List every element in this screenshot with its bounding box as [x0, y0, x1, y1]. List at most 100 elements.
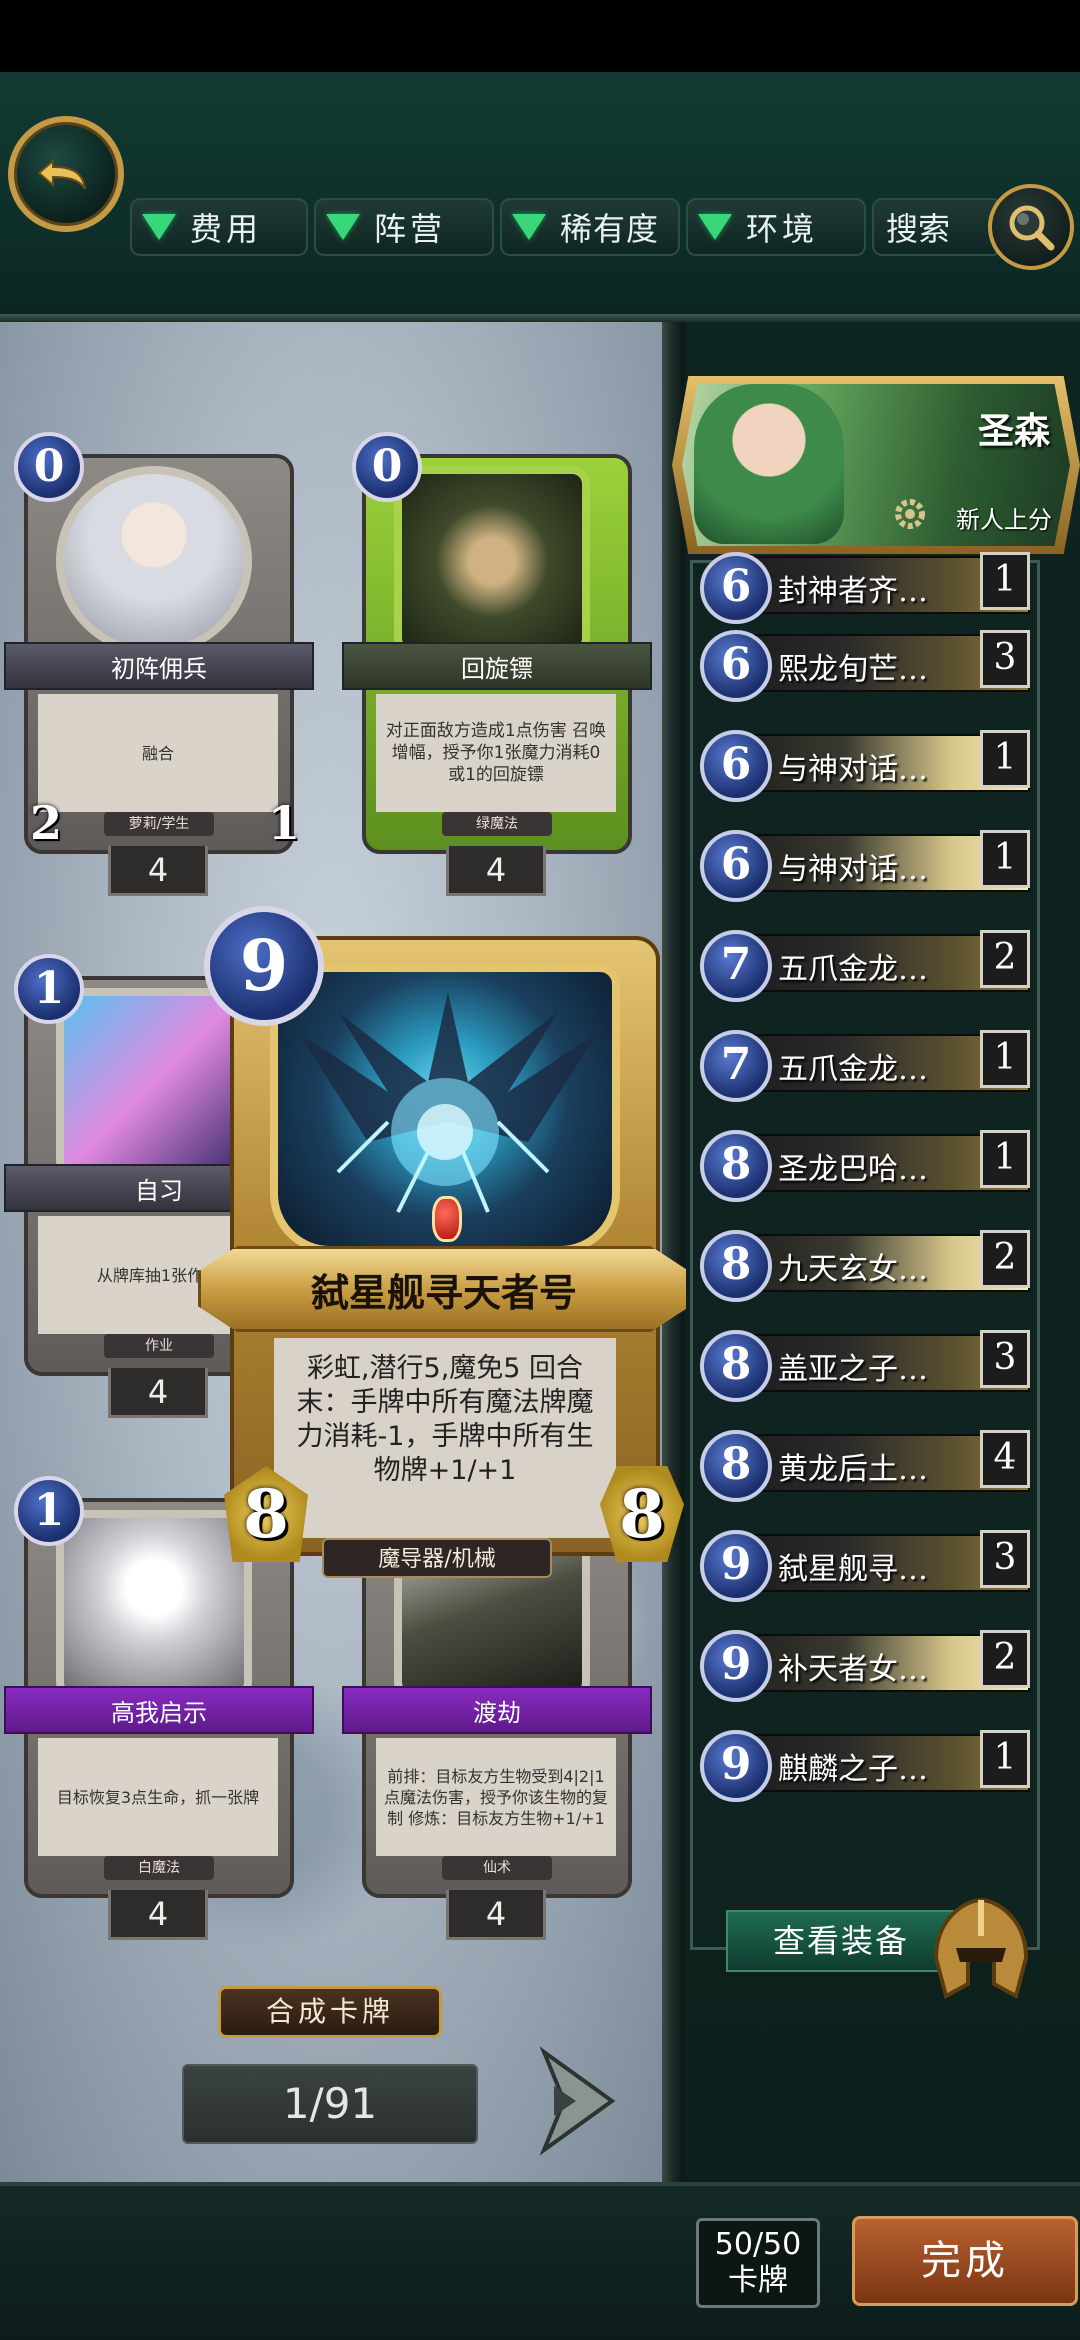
- card-health: 1: [268, 796, 301, 850]
- deck-row-count: 3: [980, 1530, 1030, 1588]
- deck-row-cost: 9: [700, 1630, 772, 1702]
- card-attack: 2: [30, 796, 63, 850]
- deck-row-cost: 6: [700, 630, 772, 702]
- deck-row-cost: 8: [700, 1130, 772, 1202]
- deck-row-count: 2: [980, 1630, 1030, 1688]
- featured-card[interactable]: 弑星舰寻天者号 彩虹,潜行5,魔免5 回合末：手牌中所有魔法牌魔力消耗-1，手牌…: [198, 906, 690, 1596]
- rarity-gem-icon: [432, 1196, 462, 1242]
- deck-size-value: 50/50: [714, 2227, 802, 2262]
- card-count: 4: [446, 1890, 546, 1940]
- deck-row-name: 封神者齐…: [778, 574, 928, 609]
- card-art: [56, 466, 252, 656]
- search-input[interactable]: 搜索: [872, 198, 1002, 256]
- hero-name: 圣森: [977, 410, 1050, 452]
- deck-row-cost: 6: [700, 552, 772, 624]
- deck-row[interactable]: 封神者齐… 6 1: [700, 552, 1030, 624]
- gear-icon[interactable]: [890, 494, 930, 534]
- deck-row-cost: 6: [700, 830, 772, 902]
- deck-row[interactable]: 与神对话… 6 1: [700, 830, 1030, 902]
- dropdown-triangle-icon: [698, 214, 732, 240]
- card-mana: 1: [14, 1476, 84, 1546]
- deck-row[interactable]: 五爪金龙… 7 1: [700, 1030, 1030, 1102]
- deck-row[interactable]: 五爪金龙… 7 2: [700, 930, 1030, 1002]
- filter-rarity-label: 稀有度: [560, 210, 660, 248]
- dropdown-triangle-icon: [142, 214, 176, 240]
- card-text: 对正面敌方造成1点伤害 召唤增幅，授予你1张魔力消耗0或1的回旋镖: [376, 694, 616, 812]
- search-button[interactable]: [988, 184, 1074, 270]
- deck-row[interactable]: 与神对话… 6 1: [700, 730, 1030, 802]
- card-mana: 1: [14, 954, 84, 1024]
- deck-row[interactable]: 黄龙后土… 8 4: [700, 1430, 1030, 1502]
- deck-size-indicator: 50/50 卡牌: [696, 2218, 820, 2308]
- deck-row[interactable]: 九天玄女… 8 2: [700, 1230, 1030, 1302]
- featured-card-text: 彩虹,潜行5,魔免5 回合末：手牌中所有魔法牌魔力消耗-1，手牌中所有生物牌+1…: [274, 1338, 616, 1538]
- card-name: 回旋镖: [342, 642, 652, 690]
- card-count: 4: [108, 1890, 208, 1940]
- card-text: 前排：目标友方生物受到4|2|1点魔法伤害，授予你该生物的复制 修炼：目标友方生…: [376, 1738, 616, 1856]
- status-bar: [0, 0, 1080, 72]
- top-bar: [0, 72, 1080, 322]
- filter-cost[interactable]: 费用: [130, 198, 308, 256]
- deck-row-count: 3: [980, 630, 1030, 688]
- deck-row[interactable]: 弑星舰寻… 9 3: [700, 1530, 1030, 1602]
- card-count: 4: [108, 1368, 208, 1418]
- deck-row-name: 盖亚之子…: [778, 1352, 928, 1387]
- card-name: 渡劫: [342, 1686, 652, 1734]
- deck-row[interactable]: 熙龙旬芒… 6 3: [700, 630, 1030, 702]
- card-tag: 萝莉/学生: [104, 812, 214, 836]
- dropdown-triangle-icon: [326, 214, 360, 240]
- helmet-icon: [933, 1897, 1029, 1999]
- filter-environment[interactable]: 环境: [686, 198, 866, 256]
- card-art: [394, 466, 590, 656]
- deck-row-name: 五爪金龙…: [778, 1052, 928, 1087]
- page-indicator: 1/91: [182, 2064, 478, 2144]
- filter-environment-label: 环境: [746, 210, 819, 248]
- deck-row[interactable]: 麒麟之子… 9 1: [700, 1730, 1030, 1802]
- magnifier-icon: [1009, 205, 1055, 251]
- deck-row-name: 与神对话…: [778, 752, 928, 787]
- hero-portrait: [694, 384, 844, 544]
- card-tile[interactable]: 回旋镖 对正面敌方造成1点伤害 召唤增幅，授予你1张魔力消耗0或1的回旋镖 绿魔…: [342, 432, 652, 896]
- card-tag: 作业: [104, 1334, 214, 1358]
- deck-row-name: 九天玄女…: [778, 1252, 928, 1287]
- card-tag: 仙术: [442, 1856, 552, 1880]
- back-arrow-icon: [37, 158, 86, 190]
- deck-row-name: 五爪金龙…: [778, 952, 928, 987]
- card-name: 高我启示: [4, 1686, 314, 1734]
- hero-banner[interactable]: 圣森 新人上分: [672, 376, 1080, 554]
- chevron-right-icon: [539, 2046, 616, 2156]
- deck-row-count: 1: [980, 1730, 1030, 1788]
- deck-row-name: 黄龙后土…: [778, 1452, 928, 1487]
- featured-card-mana: 9: [204, 906, 324, 1026]
- deck-row[interactable]: 补天者女… 9 2: [700, 1630, 1030, 1702]
- deck-size-unit: 卡牌: [728, 2263, 788, 2298]
- deck-row-cost: 6: [700, 730, 772, 802]
- card-tag: 白魔法: [104, 1856, 214, 1880]
- card-text: 目标恢复3点生命，抓一张牌: [38, 1738, 278, 1856]
- deck-row-cost: 8: [700, 1230, 772, 1302]
- card-name: 初阵佣兵: [4, 642, 314, 690]
- filter-rarity[interactable]: 稀有度: [500, 198, 680, 256]
- deck-row-count: 2: [980, 930, 1030, 988]
- featured-card-name: 弑星舰寻天者号: [198, 1246, 690, 1332]
- filter-faction[interactable]: 阵营: [314, 198, 494, 256]
- synthesize-card-button[interactable]: 合成卡牌: [218, 1986, 442, 2038]
- featured-card-tag: 魔导器/机械: [322, 1538, 552, 1578]
- deck-row-name: 圣龙巴哈…: [778, 1152, 928, 1187]
- deck-row-count: 2: [980, 1230, 1030, 1288]
- next-page-button[interactable]: [524, 2046, 618, 2156]
- card-mana: 0: [14, 432, 84, 502]
- deck-row-cost: 9: [700, 1730, 772, 1802]
- back-button[interactable]: [8, 116, 124, 232]
- card-tile[interactable]: 初阵佣兵 融合 萝莉/学生 4 0 2 1: [4, 432, 314, 896]
- done-button[interactable]: 完成: [852, 2216, 1078, 2306]
- card-tag: 绿魔法: [442, 812, 552, 836]
- deck-row[interactable]: 盖亚之子… 8 3: [700, 1330, 1030, 1402]
- deck-row-cost: 7: [700, 930, 772, 1002]
- deck-row-name: 熙龙旬芒…: [778, 652, 928, 687]
- deck-row-cost: 8: [700, 1330, 772, 1402]
- filter-faction-label: 阵营: [374, 210, 447, 248]
- card-mana: 0: [352, 432, 422, 502]
- deck-row[interactable]: 圣龙巴哈… 8 1: [700, 1130, 1030, 1202]
- card-text: 融合: [38, 694, 278, 812]
